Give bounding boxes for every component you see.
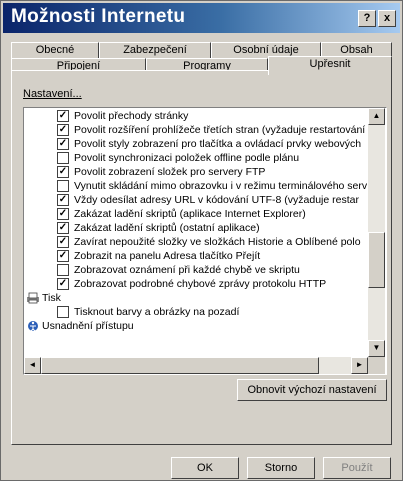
scroll-corner	[368, 357, 385, 374]
hscroll-thumb[interactable]	[41, 357, 319, 374]
settings-label-text: Nastavení...	[23, 88, 82, 100]
checkbox-checked[interactable]: ✓	[57, 250, 69, 262]
list-item-label: Zakázat ladění skriptů (aplikace Interne…	[74, 208, 306, 220]
settings-listbox[interactable]: ✓ Povolit přechody stránky ✓ Povolit roz…	[23, 107, 387, 375]
list-item-label: Povolit přechody stránky	[74, 110, 189, 122]
tab-upresnit[interactable]: Upřesnit	[268, 56, 392, 75]
checkbox-checked[interactable]: ✓	[57, 124, 69, 136]
list-item-label: Zobrazovat podrobné chybové zprávy proto…	[74, 278, 327, 290]
cancel-button[interactable]: Storno	[247, 457, 315, 479]
settings-list: ✓ Povolit přechody stránky ✓ Povolit roz…	[24, 108, 367, 356]
checkbox-unchecked[interactable]	[57, 180, 69, 192]
vertical-scrollbar[interactable]: ▲ ▼	[368, 108, 385, 357]
checkbox-unchecked[interactable]	[57, 152, 69, 164]
checkbox-checked[interactable]: ✓	[57, 166, 69, 178]
scroll-left-icon[interactable]: ◄	[24, 357, 41, 374]
checkbox-checked[interactable]: ✓	[57, 278, 69, 290]
checkbox-checked[interactable]: ✓	[57, 138, 69, 150]
list-item-label: Povolit zobrazení složek pro servery FTP	[74, 166, 266, 178]
tab-zabezpeceni[interactable]: Zabezpečení	[99, 42, 211, 59]
list-item-label: Povolit styly zobrazení pro tlačítka a o…	[74, 138, 362, 150]
scroll-up-icon[interactable]: ▲	[368, 108, 385, 125]
printer-icon	[26, 292, 40, 307]
group-print-label: Tisk	[42, 292, 61, 304]
title-bar[interactable]: Možnosti Internetu ? x	[3, 3, 400, 33]
list-item-label: Zobrazovat oznámení při každé chybě ve s…	[74, 264, 300, 276]
checkbox-checked[interactable]: ✓	[57, 208, 69, 220]
checkbox-checked[interactable]: ✓	[57, 194, 69, 206]
scroll-down-icon[interactable]: ▼	[368, 340, 385, 357]
scroll-thumb[interactable]	[368, 232, 385, 288]
checkbox-checked[interactable]: ✓	[57, 236, 69, 248]
ok-button[interactable]: OK	[171, 457, 239, 479]
internet-options-dialog: Možnosti Internetu ? x Obecné Zabezpečen…	[0, 0, 403, 481]
checkbox-unchecked[interactable]	[57, 264, 69, 276]
scroll-right-icon[interactable]: ►	[351, 357, 368, 374]
close-button[interactable]: x	[378, 10, 396, 27]
help-button[interactable]: ?	[358, 10, 376, 27]
checkbox-checked[interactable]: ✓	[57, 222, 69, 234]
checkbox-checked[interactable]: ✓	[57, 110, 69, 122]
list-item-label: Vždy odesílat adresy URL v kódování UTF-…	[74, 194, 359, 206]
window-title: Možnosti Internetu	[11, 6, 186, 27]
checkbox-unchecked[interactable]	[57, 306, 69, 318]
accessibility-icon	[26, 320, 40, 335]
list-item-label: Vynutit skládání mimo obrazovku i v reži…	[74, 180, 367, 192]
apply-button[interactable]: Použít	[323, 457, 391, 479]
tab-obecne[interactable]: Obecné	[11, 42, 99, 59]
list-item-label: Zavírat nepoužité složky ve složkách His…	[74, 236, 361, 248]
list-item-label: Povolit rozšíření prohlížeče třetích str…	[74, 124, 366, 136]
restore-defaults-button[interactable]: Obnovit výchozí nastavení	[237, 379, 387, 401]
horizontal-scrollbar[interactable]: ◄ ►	[24, 357, 368, 374]
list-item-label: Tisknout barvy a obrázky na pozadí	[74, 306, 240, 318]
list-item-label: Povolit synchronizaci položek offline po…	[74, 152, 300, 164]
list-item-label: Zakázat ladění skriptů (ostatní aplikace…	[74, 222, 260, 234]
list-item-label: Zobrazit na panelu Adresa tlačítko Přejí…	[74, 250, 261, 262]
group-accessibility-label: Usnadnění přístupu	[42, 320, 134, 332]
settings-label: Nastavení...	[23, 88, 82, 100]
